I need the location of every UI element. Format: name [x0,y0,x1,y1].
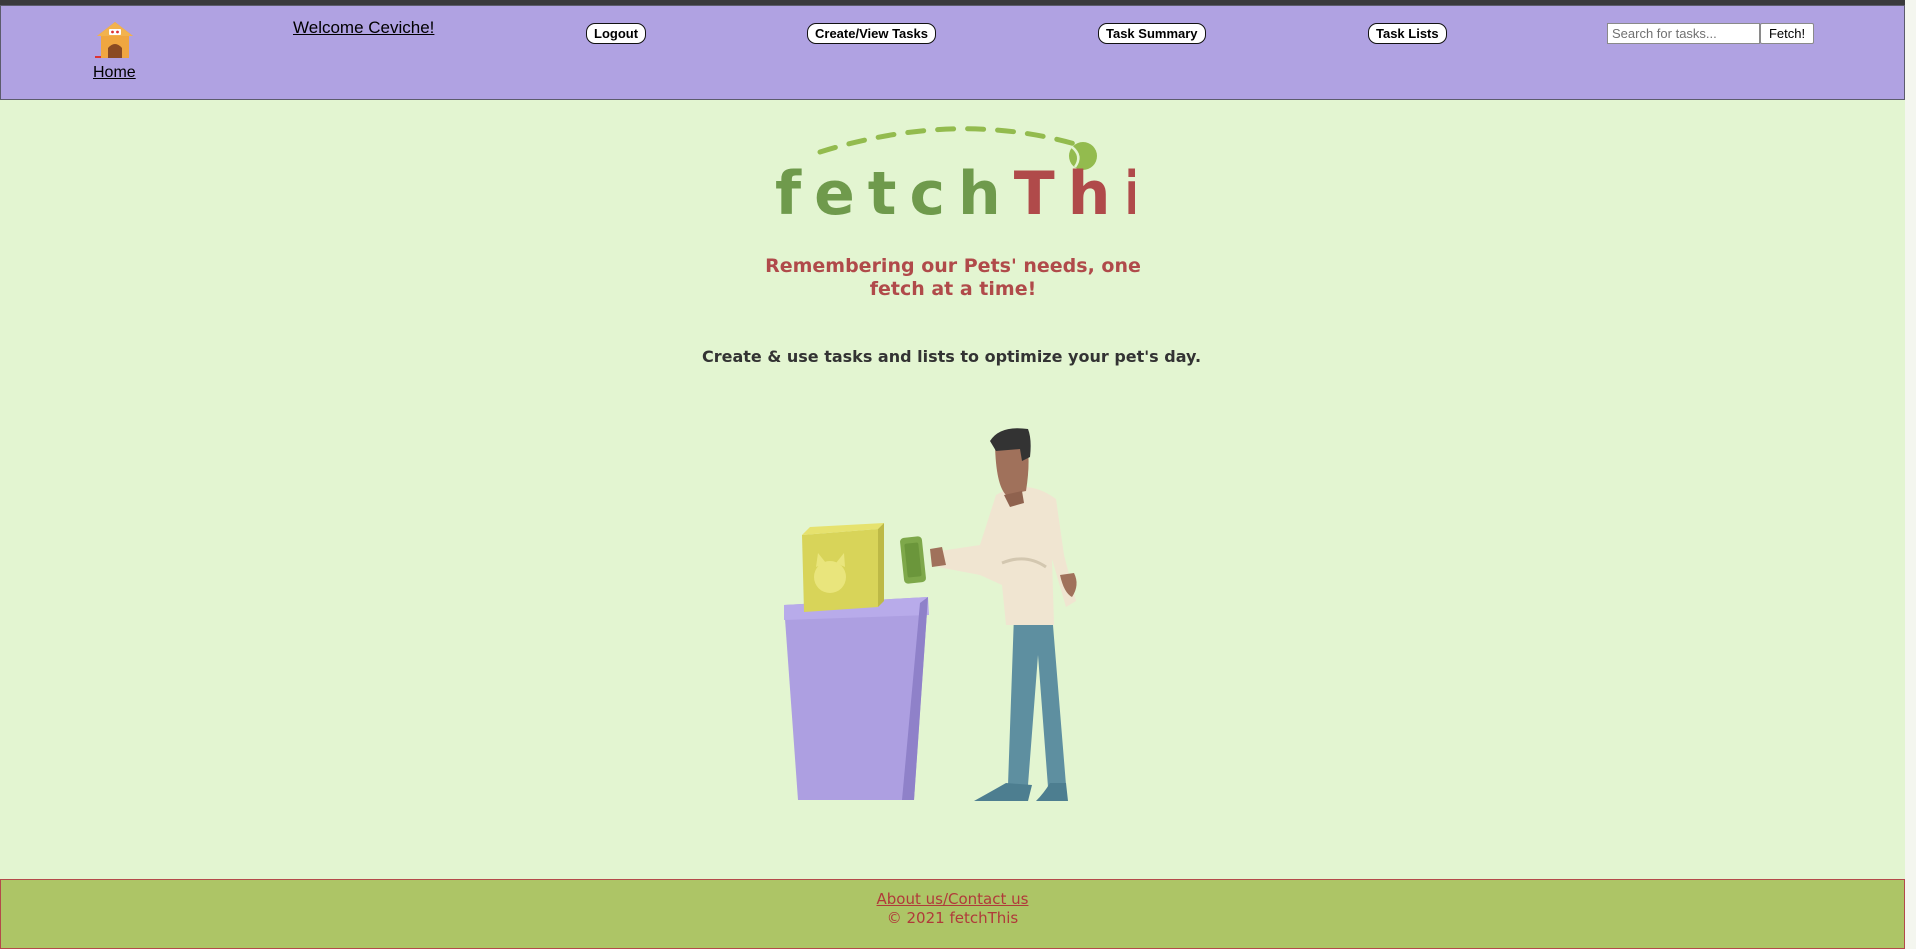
purple-bin [784,597,929,800]
about-contact-link[interactable]: About us/Contact us [877,890,1029,908]
cat-food-box [802,523,884,612]
page-footer: About us/Contact us © 2021 fetchThis [0,879,1905,949]
logout-button[interactable]: Logout [586,23,647,44]
logo-part-fetch: fetch [775,159,1014,222]
task-summary-button[interactable]: Task Summary [1098,23,1206,44]
doghouse-icon [95,22,133,58]
intro-text: Create & use tasks and lists to optimize… [702,347,1202,366]
home-link[interactable]: Home [93,20,143,82]
fetchthis-logo: fetchThis [775,126,1135,222]
logo-text: fetchThis [775,159,1135,222]
welcome-user-link[interactable]: Welcome Ceviche! [293,18,434,38]
search-input[interactable] [1607,23,1760,44]
money-bill [900,536,926,584]
create-view-tasks-button[interactable]: Create/View Tasks [807,23,936,44]
logo-part-this: This [1014,159,1135,222]
page-right-margin [1905,0,1916,949]
task-lists-button[interactable]: Task Lists [1368,23,1447,44]
person [930,428,1077,801]
person-buying-pet-food-illustration [784,428,1077,801]
home-label[interactable]: Home [93,64,143,82]
search-fetch-button[interactable]: Fetch! [1760,23,1814,44]
tagline: Remembering our Pets' needs, one fetch a… [765,255,1141,300]
copyright-text: © 2021 fetchThis [886,909,1019,927]
top-navbar: Home Welcome Ceviche! Logout Create/View… [0,5,1905,100]
